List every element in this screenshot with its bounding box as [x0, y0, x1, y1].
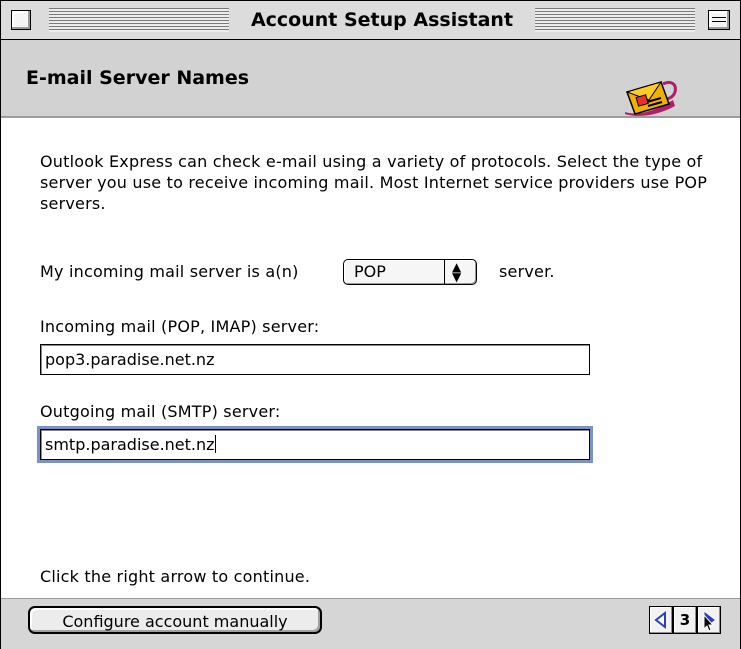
server-type-value: POP	[354, 262, 386, 281]
outgoing-server-value: smtp.paradise.net.nz	[45, 435, 215, 454]
configure-manually-button[interactable]: Configure account manually	[28, 606, 322, 634]
title-bar-stripes	[535, 8, 695, 32]
window-title: Account Setup Assistant	[237, 8, 527, 32]
next-page-button[interactable]	[697, 606, 721, 634]
title-bar[interactable]: Account Setup Assistant	[1, 1, 740, 40]
previous-page-button[interactable]	[649, 606, 673, 634]
server-type-label: My incoming mail server is a(n)	[40, 262, 299, 281]
incoming-server-field[interactable]: pop3.paradise.net.nz	[40, 344, 590, 375]
close-box[interactable]	[11, 10, 31, 30]
page-header: E-mail Server Names	[1, 40, 740, 118]
instruction-text: Click the right arrow to continue.	[40, 567, 311, 586]
intro-text: Outlook Express can check e-mail using a…	[40, 152, 708, 213]
page-number: 3	[673, 606, 697, 634]
footer-bar: Configure account manually 3	[1, 598, 740, 649]
page-title: E-mail Server Names	[26, 67, 250, 89]
incoming-server-label: Incoming mail (POP, IMAP) server:	[40, 317, 320, 336]
right-arrow-icon	[703, 611, 715, 632]
content-area: Outlook Express can check e-mail using a…	[1, 118, 740, 598]
left-arrow-icon	[654, 610, 666, 630]
outlook-express-envelope-icon	[625, 80, 677, 116]
text-caret	[214, 435, 216, 453]
server-type-suffix: server.	[499, 262, 555, 281]
outgoing-server-field[interactable]: smtp.paradise.net.nz	[37, 426, 593, 463]
incoming-server-value: pop3.paradise.net.nz	[45, 350, 215, 369]
outgoing-server-label: Outgoing mail (SMTP) server:	[40, 402, 281, 421]
account-setup-window: Account Setup Assistant E-mail Server Na…	[0, 0, 741, 649]
up-down-arrows-icon: ▲ ▼	[452, 260, 462, 284]
server-type-popup[interactable]: POP ▲ ▼	[343, 259, 477, 285]
collapse-box[interactable]	[708, 10, 730, 30]
title-bar-stripes	[49, 8, 229, 32]
